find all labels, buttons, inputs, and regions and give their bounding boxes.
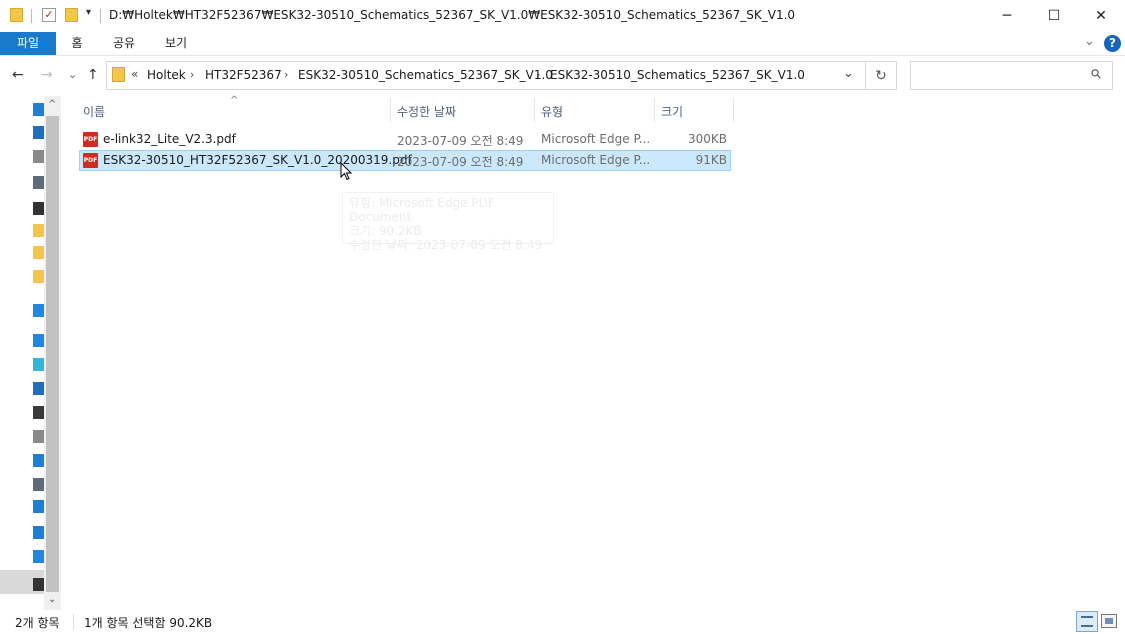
nav-item-icon[interactable] [33,150,44,163]
file-row-selected[interactable]: PDF ESK32-30510_HT32F52367_SK_V1.0_20200… [79,150,731,171]
nav-item-icon[interactable] [33,382,44,395]
breadcrumb-separator[interactable]: › [536,68,540,81]
file-info-tooltip: 유형: Microsoft Edge PDF Document 크기: 90.2… [342,192,554,252]
refresh-button[interactable]: ↻ [866,61,897,90]
sort-ascending-icon: ^ [230,95,239,106]
nav-item-icon[interactable] [33,478,44,491]
tooltip-line-type: 유형: Microsoft Edge PDF Document [349,196,495,224]
details-view-button[interactable] [1076,611,1098,632]
file-size: 300KB [687,132,727,146]
window-title: D:₩Holtek₩HT32F52367₩ESK32-30510_Schemat… [109,8,796,22]
nav-item-icon[interactable] [33,430,44,443]
nav-item-icon[interactable] [33,202,44,215]
folder-icon [10,8,23,22]
new-folder-icon[interactable] [65,8,78,22]
up-button[interactable]: ↑ [87,67,99,83]
tab-share[interactable]: 공유 [106,32,142,55]
nav-item-icon[interactable] [33,406,44,419]
minimize-button[interactable]: ─ [984,0,1030,32]
file-modified: 2023-07-09 오전 8:49 [397,155,524,169]
nav-item-icon[interactable] [33,578,44,591]
ribbon: 파일 홈 공유 보기 ⌄ ? [0,32,1125,56]
nav-item-icon[interactable] [33,334,44,347]
recent-locations-button[interactable]: ⌄ [68,68,77,81]
nav-item-icon[interactable] [33,500,44,513]
nav-item-icon[interactable] [33,176,44,189]
nav-scroll-down-button[interactable]: ⌄ [48,594,56,605]
close-button[interactable]: ✕ [1078,0,1124,32]
breadcrumb-separator[interactable]: › [190,68,194,81]
nav-item-icon[interactable] [33,304,44,317]
properties-icon[interactable]: ✓ [42,8,56,22]
breadcrumb-schematics-current[interactable]: ESK32-30510_Schematics_52367_SK_V1.0 [550,68,805,82]
column-divider[interactable] [534,98,535,122]
help-icon[interactable]: ? [1104,35,1121,52]
tooltip-line-size: 크기: 90.2KB [349,224,422,238]
nav-item-icon[interactable] [33,454,44,467]
maximize-button[interactable]: ☐ [1031,0,1077,32]
breadcrumb-schematics[interactable]: ESK32-30510_Schematics_52367_SK_V1.0 [298,68,553,82]
column-divider[interactable] [733,98,734,122]
column-header-size[interactable]: 크기 [661,103,683,120]
search-box[interactable]: ⚲ [910,61,1113,90]
status-item-count: 2개 항목 [15,616,60,630]
nav-item-icon[interactable] [33,103,44,116]
status-selection: 1개 항목 선택함 90.2KB [84,616,213,630]
address-dropdown-icon[interactable]: ⌄ [843,66,854,81]
tab-home[interactable]: 홈 [64,32,90,55]
column-header-name[interactable]: 이름 [83,103,105,120]
large-icons-view-icon [1105,618,1113,624]
title-divider [31,9,32,23]
nav-scrollbar-thumb[interactable] [46,116,59,592]
search-input[interactable] [917,67,1087,84]
file-row[interactable]: PDF e-link32_Lite_V2.3.pdf 2023-07-09 오전… [79,129,731,150]
column-divider[interactable] [654,98,655,122]
file-name: e-link32_Lite_V2.3.pdf [103,132,236,146]
address-folder-icon [112,67,125,82]
nav-item-icon[interactable] [33,126,44,139]
pdf-file-icon: PDF [83,153,98,168]
column-divider[interactable] [390,98,391,122]
breadcrumb-holtek[interactable]: Holtek [147,68,186,82]
nav-item-icon[interactable] [33,358,44,371]
details-view-icon [1081,616,1093,627]
search-icon[interactable]: ⚲ [1088,66,1105,83]
forward-button[interactable]: → [41,67,53,83]
column-header-type[interactable]: 유형 [541,103,563,120]
tab-file[interactable]: 파일 [0,32,56,55]
nav-item-icon[interactable] [33,224,44,237]
mouse-cursor-icon [340,162,353,181]
file-size: 91KB [695,153,727,167]
breadcrumb-separator[interactable]: › [284,68,288,81]
nav-item-icon[interactable] [33,246,44,259]
nav-item-icon[interactable] [33,550,44,563]
customize-toolbar-icon[interactable]: ▾ [86,7,91,18]
ribbon-expand-icon[interactable]: ⌄ [1084,34,1095,49]
breadcrumb-ht32f52367[interactable]: HT32F52367 [205,68,282,82]
nav-scroll-up-button[interactable]: ^ [48,99,56,110]
file-modified: 2023-07-09 오전 8:49 [397,134,524,148]
file-type: Microsoft Edge P... [541,153,651,167]
status-divider [73,614,74,630]
title-bar: ✓ ▾ D:₩Holtek₩HT32F52367₩ESK32-30510_Sch… [0,0,1125,32]
file-type: Microsoft Edge P... [541,132,651,146]
column-header-modified[interactable]: 수정한 날짜 [397,103,456,120]
large-icons-view-button[interactable] [1101,614,1117,628]
nav-item-icon[interactable] [33,526,44,539]
pdf-file-icon: PDF [83,132,98,147]
tab-view[interactable]: 보기 [158,32,194,55]
title-divider [100,9,101,23]
tooltip-line-modified: 수정한 날짜: 2023-07-09 오전 8:49 [349,238,543,252]
file-name: ESK32-30510_HT32F52367_SK_V1.0_20200319.… [103,153,412,167]
breadcrumb-overflow[interactable]: « [131,67,138,81]
nav-item-icon[interactable] [33,270,44,283]
back-button[interactable]: ← [12,67,24,83]
